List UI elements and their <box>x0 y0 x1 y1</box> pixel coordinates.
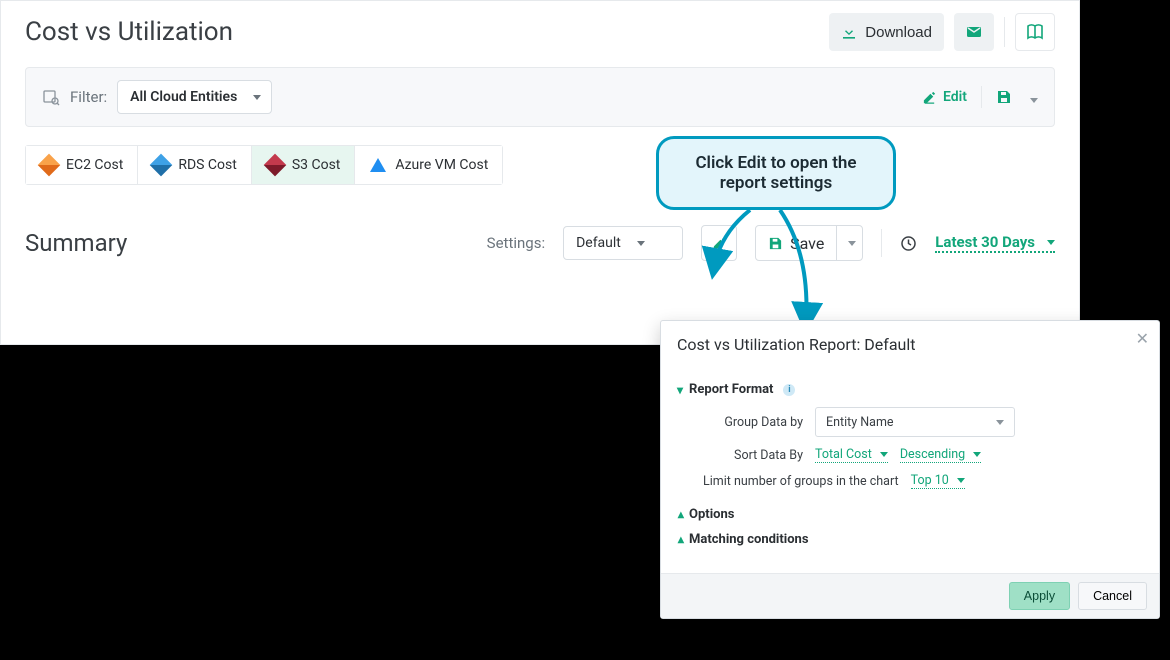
close-icon: ✕ <box>1136 329 1149 348</box>
filter-icon <box>42 88 60 106</box>
report-settings-dialog: Cost vs Utilization Report: Default ✕ ▾ … <box>660 320 1160 619</box>
section-title: Matching conditions <box>689 532 808 547</box>
settings-label: Settings: <box>487 234 545 252</box>
sort-direction-value: Descending <box>900 447 965 462</box>
entity-select[interactable]: All Cloud Entities <box>117 80 272 114</box>
azure-icon <box>369 156 387 174</box>
aws-s3-icon <box>266 156 284 174</box>
tab-label: S3 Cost <box>292 157 341 173</box>
separator <box>981 86 982 108</box>
download-button[interactable]: Download <box>829 13 944 51</box>
save-menu-caret[interactable] <box>1026 88 1038 107</box>
dialog-title-name: Default <box>864 335 915 354</box>
filter-bar: Filter: All Cloud Entities Edit <box>25 67 1055 127</box>
limit-label: Limit number of groups in the chart <box>703 474 899 489</box>
separator <box>1004 17 1005 47</box>
download-icon <box>841 24 857 40</box>
tab-azure-vm-cost[interactable]: Azure VM Cost <box>355 146 502 184</box>
save-icon-button[interactable] <box>996 89 1012 105</box>
filter-label: Filter: <box>70 88 107 106</box>
limit-value: Top 10 <box>911 473 949 488</box>
group-by-value: Entity Name <box>826 415 894 430</box>
row-sort-by: Sort Data By Total Cost Descending <box>703 447 1143 463</box>
separator <box>881 229 882 257</box>
date-range-picker[interactable]: Latest 30 Days <box>935 233 1055 253</box>
header-actions: Download <box>829 13 1055 51</box>
download-label: Download <box>865 24 932 41</box>
section-matching-conditions[interactable]: ▸ Matching conditions <box>677 532 1143 547</box>
summary-title: Summary <box>25 229 127 257</box>
cancel-label: Cancel <box>1093 589 1132 603</box>
header: Cost vs Utilization Download <box>1 1 1079 59</box>
pencil-square-icon <box>922 90 937 105</box>
apply-label: Apply <box>1024 589 1055 603</box>
tab-s3-cost[interactable]: S3 Cost <box>252 146 356 184</box>
info-icon[interactable]: i <box>783 384 795 396</box>
tab-ec2-cost[interactable]: EC2 Cost <box>26 146 138 184</box>
tab-label: Azure VM Cost <box>395 157 488 173</box>
book-icon <box>1025 23 1045 41</box>
settings-value: Default <box>576 235 621 251</box>
dialog-title-prefix: Cost vs Utilization Report: <box>677 335 864 354</box>
tab-label: EC2 Cost <box>66 157 123 173</box>
group-by-select[interactable]: Entity Name <box>815 407 1015 437</box>
chevron-right-icon: ▸ <box>673 511 687 517</box>
aws-rds-icon <box>152 156 170 174</box>
sort-field-value: Total Cost <box>815 447 872 462</box>
cancel-button[interactable]: Cancel <box>1078 582 1147 610</box>
entity-select-value: All Cloud Entities <box>130 89 237 105</box>
group-by-label: Group Data by <box>703 415 803 430</box>
section-title: Report Format <box>689 382 773 397</box>
page-title: Cost vs Utilization <box>25 17 233 47</box>
app-frame: Cost vs Utilization Download <box>0 0 1080 345</box>
dialog-header: Cost vs Utilization Report: Default ✕ <box>661 321 1159 364</box>
filter-left: Filter: All Cloud Entities <box>42 80 272 114</box>
sort-field-select[interactable]: Total Cost <box>815 447 888 463</box>
dialog-body: ▾ Report Format i Group Data by Entity N… <box>661 364 1159 573</box>
dialog-footer: Apply Cancel <box>661 573 1159 618</box>
email-report-button[interactable] <box>954 13 994 51</box>
callout-arrow-1 <box>700 204 780 284</box>
section-options[interactable]: ▸ Options <box>677 507 1143 522</box>
aws-ec2-icon <box>40 156 58 174</box>
settings-select[interactable]: Default <box>563 226 683 260</box>
edit-label: Edit <box>943 89 967 105</box>
limit-select[interactable]: Top 10 <box>911 473 965 489</box>
summary-row: Summary Settings: Default Save Latest 30 <box>25 225 1055 261</box>
callout-text: Click Edit to open the report settings <box>695 153 856 193</box>
filter-right: Edit <box>922 86 1038 108</box>
row-group-by: Group Data by Entity Name <box>703 407 1143 437</box>
tab-rds-cost[interactable]: RDS Cost <box>138 146 252 184</box>
chevron-down-icon: ▾ <box>677 383 683 397</box>
chevron-right-icon: ▸ <box>673 536 687 542</box>
clock-icon <box>900 235 917 252</box>
help-callout: Click Edit to open the report settings <box>656 136 896 210</box>
row-limit: Limit number of groups in the chart Top … <box>703 473 1143 489</box>
tab-label: RDS Cost <box>178 157 237 173</box>
section-report-format[interactable]: ▾ Report Format i <box>677 382 1143 397</box>
apply-button[interactable]: Apply <box>1009 582 1070 610</box>
docs-button[interactable] <box>1015 13 1055 51</box>
edit-report-link[interactable]: Edit <box>922 89 967 105</box>
section-title: Options <box>689 507 734 522</box>
mail-icon <box>965 23 983 41</box>
sort-direction-select[interactable]: Descending <box>900 447 981 463</box>
cost-tabs: EC2 Cost RDS Cost S3 Cost Azure VM Cost <box>25 145 503 185</box>
date-range-label: Latest 30 Days <box>935 233 1035 251</box>
callout-arrow-2 <box>770 204 850 334</box>
sort-by-label: Sort Data By <box>703 448 803 463</box>
dialog-close-button[interactable]: ✕ <box>1136 329 1149 348</box>
